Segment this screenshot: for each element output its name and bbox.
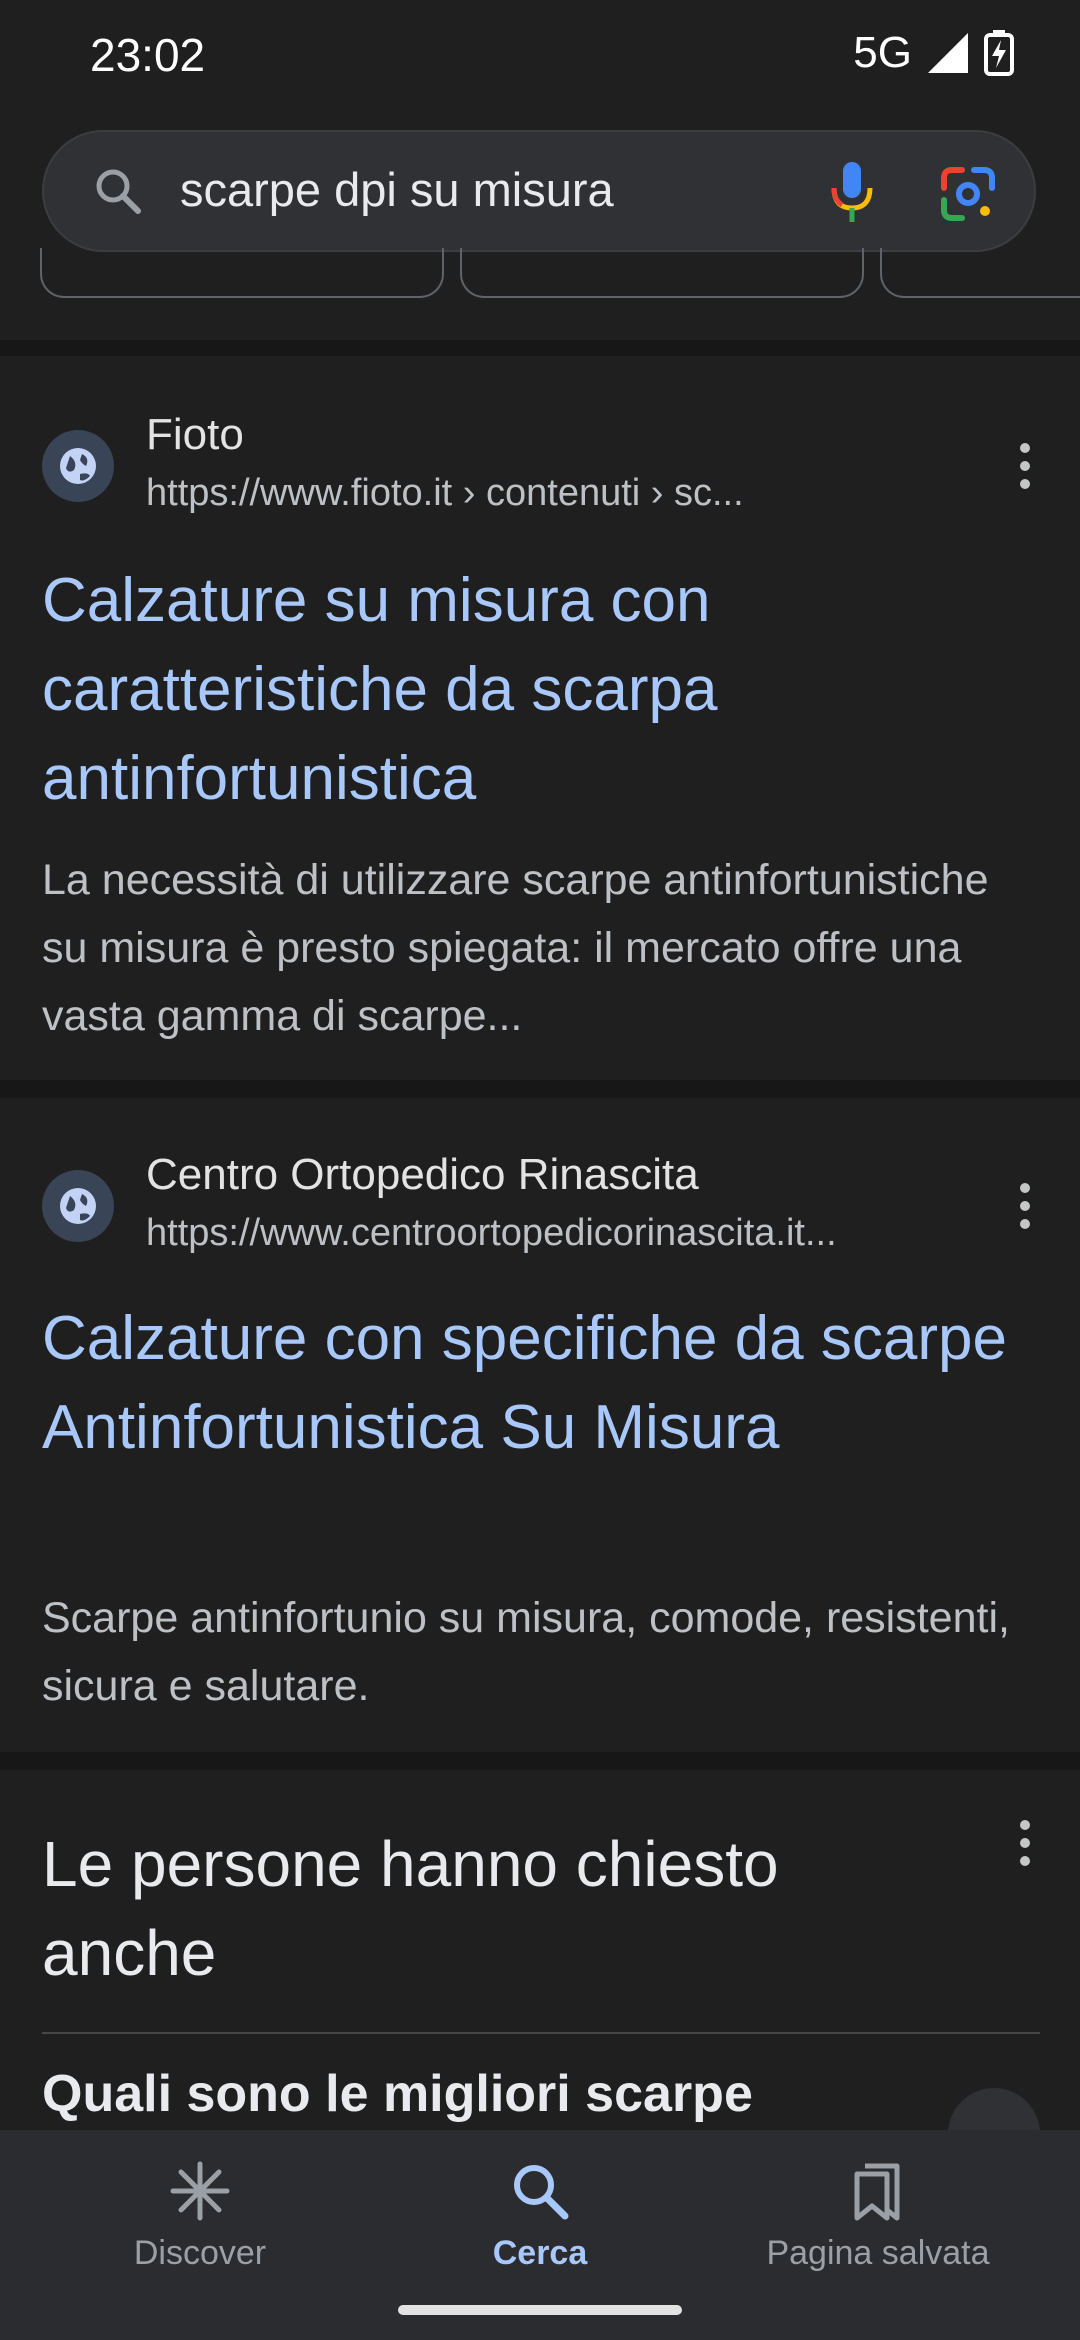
search-result[interactable]: Centro Ortopedico Rinascita https://www.… (0, 1098, 1080, 1752)
globe-icon (42, 430, 114, 502)
people-also-ask-heading: Le persone hanno chiesto anche (42, 1828, 779, 1989)
search-header: scarpe dpi su misura (0, 110, 1080, 340)
filter-chip[interactable] (460, 248, 864, 298)
nav-label: Discover (133, 2234, 267, 2272)
site-url: https://www.centroortopedicorinascita.it… (146, 1212, 837, 1254)
status-bar: 23:02 5G (0, 0, 1080, 110)
filter-chip[interactable] (40, 248, 444, 298)
nav-search[interactable]: Cerca (390, 2158, 690, 2273)
battery-charging-icon (984, 30, 1014, 76)
search-icon[interactable] (92, 165, 144, 217)
divider (0, 340, 1080, 356)
more-options-icon[interactable] (1010, 1176, 1040, 1236)
asterisk-icon (170, 2161, 230, 2221)
mic-icon[interactable] (822, 158, 882, 228)
more-options-icon[interactable] (1010, 436, 1040, 496)
globe-icon (42, 1170, 114, 1242)
result-snippet: Scarpe antinfortunio su misura, comode, … (42, 1594, 1010, 1710)
search-result[interactable]: Fioto https://www.fioto.it › contenuti ›… (0, 356, 1080, 1080)
result-title-link[interactable]: Calzature con specifiche da scarpe Antin… (42, 1294, 1042, 1472)
signal-icon (928, 33, 968, 73)
result-title-link[interactable]: Calzature su misura con caratteristiche … (42, 556, 1042, 823)
status-icons: 5G (853, 28, 1014, 78)
site-url: https://www.fioto.it › contenuti › sc... (146, 472, 744, 514)
site-name: Centro Ortopedico Rinascita (146, 1150, 699, 1199)
nav-label: Cerca (492, 2234, 588, 2272)
home-indicator[interactable] (398, 2305, 682, 2315)
result-snippet: La necessità di utilizzare scarpe antinf… (42, 856, 989, 1040)
nav-discover[interactable]: Discover (50, 2158, 350, 2273)
more-options-icon[interactable] (1010, 1813, 1040, 1873)
nav-saved-pages[interactable]: Pagina salvata (728, 2158, 1028, 2273)
status-time: 23:02 (90, 29, 206, 81)
bookmarks-icon (854, 2163, 900, 2221)
network-label: 5G (853, 28, 912, 77)
site-name: Fioto (146, 410, 244, 459)
divider (0, 1080, 1080, 1098)
search-box[interactable]: scarpe dpi su misura (42, 130, 1036, 252)
nav-label: Pagina salvata (766, 2234, 990, 2272)
lens-icon[interactable] (938, 164, 998, 224)
search-input[interactable]: scarpe dpi su misura (180, 162, 614, 217)
search-icon (514, 2165, 569, 2220)
filter-chip[interactable] (880, 248, 1080, 298)
bottom-navigation: Discover Cerca Pagina salvata (0, 2130, 1080, 2340)
question-item[interactable]: Quali sono le migliori scarpe (42, 2064, 753, 2124)
divider (0, 1752, 1080, 1770)
divider (42, 2032, 1040, 2034)
